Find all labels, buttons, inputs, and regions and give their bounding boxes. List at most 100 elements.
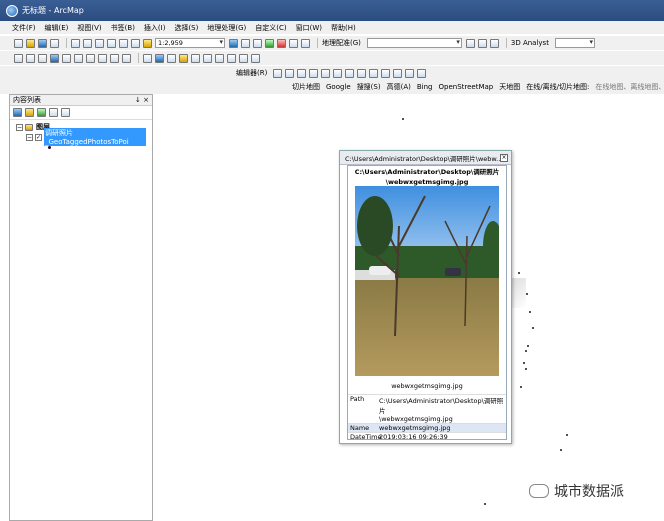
list-by-visibility-icon[interactable] (37, 108, 46, 117)
new-icon[interactable] (14, 38, 23, 48)
measure-icon[interactable] (191, 53, 200, 63)
georeferencing-menu[interactable]: 地理配准(G) (322, 38, 361, 48)
georef-tool-icon[interactable] (489, 38, 499, 48)
list-by-drawing-order-icon[interactable] (13, 108, 22, 117)
toolbar3-item-gaode[interactable]: 高德(A) (387, 82, 411, 92)
photo-point[interactable] (560, 449, 562, 451)
menu-selection[interactable]: 选择(S) (174, 23, 198, 33)
options-icon[interactable] (61, 108, 70, 117)
photo-point[interactable] (518, 272, 520, 274)
toolbar3-item-osm[interactable]: OpenStreetMap (439, 83, 494, 91)
model-icon[interactable] (301, 38, 310, 48)
photo-point[interactable] (566, 434, 568, 436)
editor-menu[interactable]: 编辑器(R) (236, 68, 267, 78)
reshape-icon[interactable] (345, 68, 355, 78)
clear-selection-icon[interactable] (122, 53, 131, 63)
layer-name[interactable]: 调研照片_GeoTaggedPhotosToPoi (44, 128, 146, 146)
add-data-icon[interactable] (143, 38, 152, 48)
scale-combo[interactable]: 1:2,959 (155, 38, 225, 48)
zoom-out-icon[interactable] (26, 53, 35, 63)
collapse-icon[interactable]: − (26, 133, 33, 141)
toolbar3-item-tile-map[interactable]: 切片地图 (292, 82, 320, 92)
goto-xy-icon[interactable] (227, 53, 236, 63)
3d-analyst-menu[interactable]: 3D Analyst (511, 39, 549, 47)
undo-icon[interactable] (119, 38, 128, 48)
list-by-selection-icon[interactable] (49, 108, 58, 117)
menu-file[interactable]: 文件(F) (12, 23, 36, 33)
menu-bookmarks[interactable]: 书签(B) (111, 23, 135, 33)
photo-point[interactable] (525, 368, 527, 370)
zoom-in-icon[interactable] (14, 53, 23, 63)
photo-point[interactable] (532, 327, 534, 329)
menu-window[interactable]: 窗口(W) (296, 23, 322, 33)
paste-icon[interactable] (95, 38, 104, 48)
cut-polygons-icon[interactable] (357, 68, 367, 78)
point-icon[interactable] (321, 68, 331, 78)
trace-icon[interactable] (309, 68, 319, 78)
photo-point[interactable] (484, 503, 486, 505)
toolbar3-item-bing[interactable]: Bing (417, 83, 433, 91)
layer-row[interactable]: − ✓ 调研照片_GeoTaggedPhotosToPoi (16, 128, 146, 146)
menu-insert[interactable]: 插入(I) (144, 23, 166, 33)
3d-layer-combo[interactable] (554, 38, 595, 48)
photo-point[interactable] (527, 345, 529, 347)
create-features-icon[interactable] (417, 68, 427, 78)
hyperlink-icon[interactable] (167, 53, 176, 63)
edit-vertices-icon[interactable] (333, 68, 343, 78)
catalog-icon[interactable] (253, 38, 262, 48)
collapse-icon[interactable]: − (16, 123, 23, 131)
html-popup-icon[interactable] (179, 53, 188, 63)
open-icon[interactable] (26, 38, 35, 48)
toolbar3-item-tianditu[interactable]: 天地图 (499, 82, 520, 92)
list-by-source-icon[interactable] (25, 108, 34, 117)
photo-point[interactable] (520, 386, 522, 388)
find-route-icon[interactable] (215, 53, 224, 63)
straight-segment-icon[interactable] (297, 68, 307, 78)
menu-view[interactable]: 视图(V) (77, 23, 101, 33)
rotate-icon[interactable] (381, 68, 391, 78)
attributes-icon[interactable] (393, 68, 403, 78)
edit-annotation-icon[interactable] (285, 68, 295, 78)
viewer-window-icon[interactable] (251, 53, 260, 63)
menu-geoprocessing[interactable]: 地理处理(G) (207, 23, 246, 33)
photo-point[interactable] (523, 362, 525, 364)
photo-point[interactable] (402, 118, 404, 120)
toc-pin-close[interactable]: ↓ × (135, 96, 149, 104)
time-slider-icon[interactable] (239, 53, 248, 63)
menu-customize[interactable]: 自定义(C) (255, 23, 286, 33)
copy-icon[interactable] (83, 38, 92, 48)
fixed-zoom-in-icon[interactable] (62, 53, 71, 63)
edit-tool-icon[interactable] (273, 68, 283, 78)
sketch-properties-icon[interactable] (405, 68, 415, 78)
menu-help[interactable]: 帮助(H) (331, 23, 356, 33)
select-features-icon[interactable] (110, 53, 119, 63)
cut-icon[interactable] (71, 38, 80, 48)
split-icon[interactable] (369, 68, 379, 78)
save-icon[interactable] (38, 38, 47, 48)
redo-icon[interactable] (131, 38, 140, 48)
back-extent-icon[interactable] (86, 53, 95, 63)
georef-layer-combo[interactable] (366, 38, 462, 48)
print-icon[interactable] (50, 38, 59, 48)
photo-point[interactable] (529, 311, 531, 313)
full-extent-icon[interactable] (50, 53, 59, 63)
toolbar3-item-google[interactable]: Google (326, 83, 351, 91)
toolbar3-item-soso[interactable]: 搜搜(S) (357, 82, 381, 92)
photo-point[interactable] (525, 350, 527, 352)
forward-extent-icon[interactable] (98, 53, 107, 63)
menu-edit[interactable]: 编辑(E) (45, 23, 69, 33)
editor-toolbar-icon[interactable] (229, 38, 238, 48)
search-window-icon[interactable] (265, 38, 274, 48)
find-icon[interactable] (203, 53, 212, 63)
pan-icon[interactable] (38, 53, 47, 63)
georef-tool-icon[interactable] (465, 38, 475, 48)
fixed-zoom-out-icon[interactable] (74, 53, 83, 63)
arctoolbox-icon[interactable] (277, 38, 286, 48)
python-icon[interactable] (289, 38, 298, 48)
select-elements-icon[interactable] (143, 53, 152, 63)
popup-close-icon[interactable]: × (500, 154, 508, 162)
table-icon[interactable] (241, 38, 250, 48)
georef-tool-icon[interactable] (477, 38, 487, 48)
identify-icon[interactable] (155, 53, 164, 63)
photo-point[interactable] (526, 293, 528, 295)
